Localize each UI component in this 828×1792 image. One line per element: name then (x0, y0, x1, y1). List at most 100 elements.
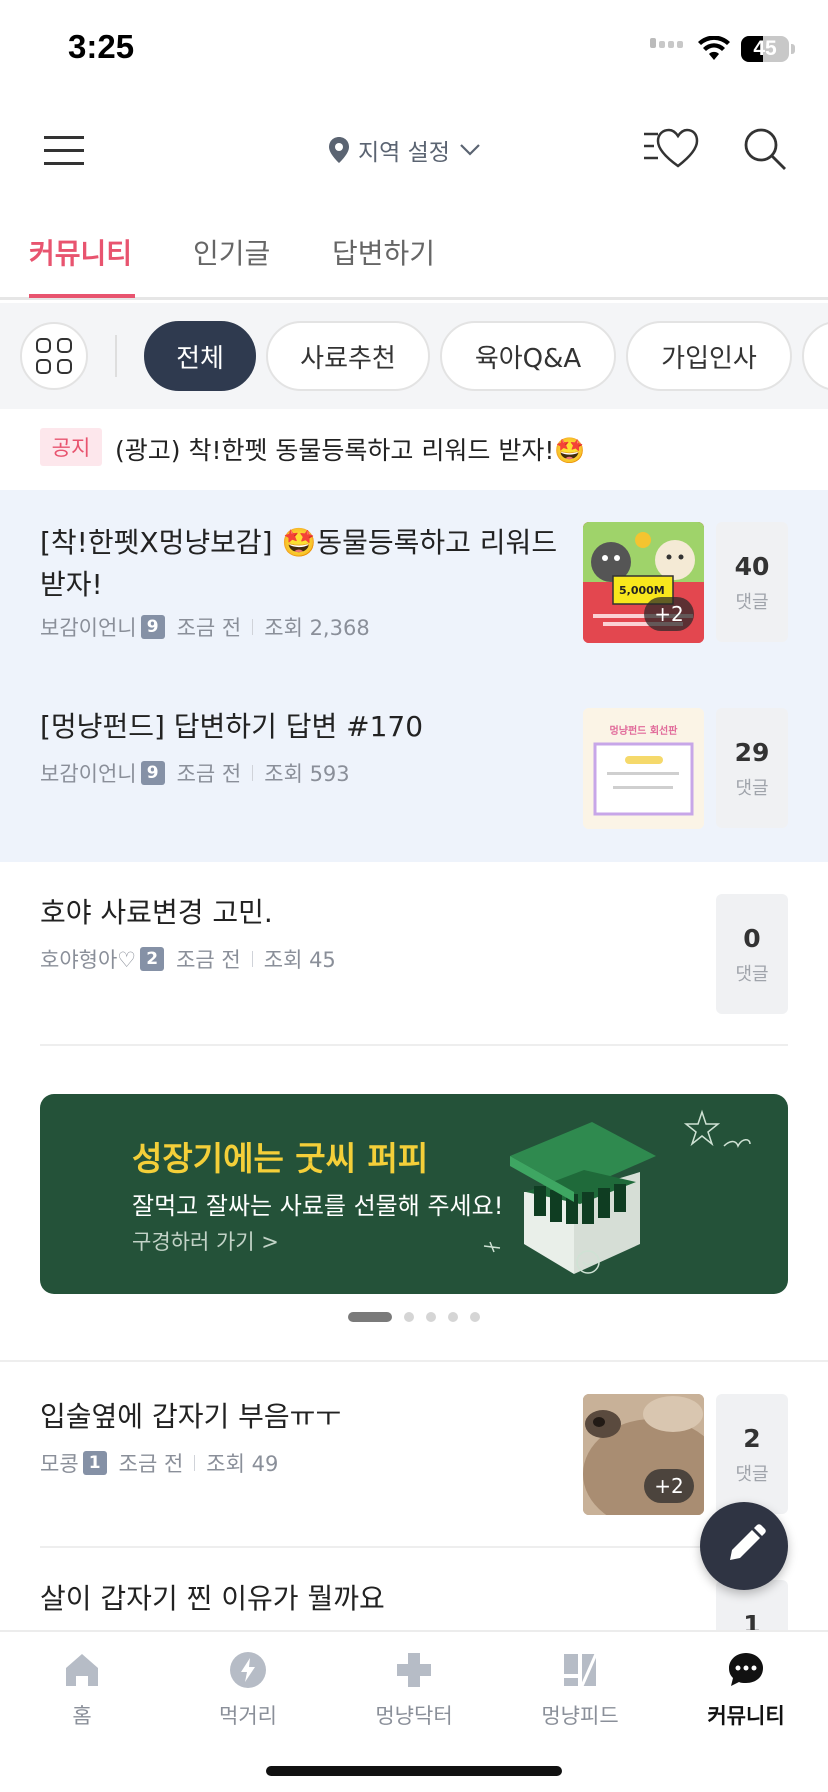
post-author: 보감이언니 (40, 762, 137, 786)
nav-food[interactable]: 먹거리 (178, 1650, 318, 1740)
nav-feed[interactable]: 멍냥피드 (510, 1650, 650, 1740)
post-meta: 보감이언니 9 조금 전 조회 593 (40, 758, 350, 788)
comment-count: 1 (743, 1610, 761, 1630)
fund-title: 멍냥펀드 회선판 (609, 726, 678, 737)
top-nav: 지역 설정 (0, 100, 828, 200)
post-title: 살이 갑자기 찐 이유가 뭘까요 (40, 1582, 385, 1615)
post-author: 모콩 (40, 1452, 79, 1476)
comment-count: 2 (743, 1424, 761, 1453)
post-meta: 호야형아♡ 2 조금 전 조회 45 (40, 944, 336, 974)
search-icon[interactable] (742, 126, 788, 172)
level-badge: 9 (140, 615, 165, 639)
post-title: [착!한펫X멍냥보감] 🤩동물등록하고 리워드 받자! (40, 526, 558, 601)
chip-parenting-qa[interactable]: 육아Q&A (440, 321, 616, 391)
comment-count-box: 0 댓글 (716, 894, 788, 1014)
post-views: 조회 2,368 (264, 616, 370, 640)
comment-count-box: 40 댓글 (716, 522, 788, 642)
post-time: 조금 전 (176, 948, 241, 972)
chip-all[interactable]: 전체 (144, 321, 256, 391)
battery-percent: 45 (753, 37, 777, 60)
post-views: 조회 45 (263, 948, 336, 972)
location-pin-icon (329, 137, 349, 163)
level-badge: 2 (140, 947, 165, 971)
level-badge: 1 (82, 1451, 107, 1475)
nav-community[interactable]: 커뮤니티 (676, 1650, 816, 1740)
post-meta: 보감이언니 9 조금 전 조회 2,368 (40, 612, 370, 642)
tab-popular[interactable]: 인기글 (193, 232, 270, 272)
nav-label: 먹거리 (219, 1704, 277, 1728)
comment-label: 댓글 (735, 778, 769, 799)
chip-food-recommend[interactable]: 사료추천 (266, 321, 430, 391)
status-time: 3:25 (68, 28, 135, 65)
battery-icon: 45 (741, 36, 789, 62)
chip-greeting[interactable]: 가입인사 (626, 321, 792, 391)
nav-label: 홈 (72, 1704, 92, 1728)
tab-answer[interactable]: 답변하기 (332, 232, 435, 272)
post-title: 호야 사료변경 고민. (40, 896, 273, 929)
gift-box-illustration (483, 1109, 751, 1274)
comment-count-box: 29 댓글 (716, 708, 788, 828)
comment-label: 댓글 (735, 1464, 769, 1485)
notice-text: (광고) 착!한펫 동물등록하고 리워드 받자!🤩 (115, 436, 586, 465)
comment-count-box: 2 댓글 (716, 1394, 788, 1514)
post-title: 입술옆에 갑자기 부음ㅠㅜ (40, 1400, 342, 1433)
carousel-dot (426, 1312, 436, 1322)
nav-label: 커뮤니티 (707, 1704, 785, 1728)
banner-subtitle: 잘먹고 잘싸는 사료를 선물해 주세요! (132, 1192, 504, 1220)
home-icon (66, 1654, 98, 1686)
more-images-badge: +2 (644, 1469, 694, 1503)
chat-bubble-icon (729, 1653, 763, 1686)
comment-label: 댓글 (735, 592, 769, 613)
nav-label: 멍냥피드 (541, 1704, 619, 1728)
post-item[interactable]: 호야 사료변경 고민. 호야형아♡ 2 조금 전 조회 45 0 댓글 (0, 862, 828, 1046)
write-post-button[interactable] (700, 1502, 788, 1590)
active-tab-indicator (29, 294, 135, 298)
region-label: 지역 설정 (358, 140, 450, 166)
post-views: 조회 593 (264, 762, 350, 786)
post-author: 보감이언니 (40, 616, 137, 640)
nav-home[interactable]: 홈 (12, 1650, 152, 1740)
main-tabs: 커뮤니티 인기글 답변하기 (0, 210, 828, 300)
chevron-down-icon (460, 144, 480, 156)
chip-divider (115, 335, 117, 377)
post-meta: 모콩 1 조금 전 조회 49 (40, 1448, 278, 1478)
post-views: 조회 49 (206, 1452, 279, 1476)
post-time: 조금 전 (176, 762, 242, 786)
wifi-icon (698, 36, 730, 60)
carousel-dot (470, 1312, 480, 1322)
notice-bar[interactable]: 공지 (광고) 착!한펫 동물등록하고 리워드 받자!🤩 (0, 410, 828, 490)
lightning-icon (230, 1652, 266, 1688)
banner-title: 성장기에는 굿씨 퍼피 (132, 1139, 429, 1178)
post-item[interactable]: [멍냥펀드] 답변하기 답변 #170 보감이언니 9 조금 전 조회 593 … (0, 676, 828, 862)
post-item[interactable]: [착!한펫X멍냥보감] 🤩동물등록하고 리워드 받자! 보감이언니 9 조금 전… (0, 490, 828, 676)
hamburger-menu-icon[interactable] (40, 132, 88, 168)
comment-label: 댓글 (735, 964, 769, 985)
post-time: 조금 전 (118, 1452, 184, 1476)
region-selector[interactable]: 지역 설정 (328, 130, 482, 170)
carousel-dot-active (348, 1312, 392, 1322)
comment-count: 29 (734, 738, 770, 767)
post-thumbnail: +2 (583, 1394, 704, 1515)
notice-badge: 공지 (40, 428, 102, 466)
grid-icon (36, 338, 51, 353)
post-author: 호야형아♡ (40, 948, 137, 972)
list-divider (40, 1044, 788, 1046)
nav-label: 멍냥닥터 (375, 1704, 453, 1728)
battery-tip (791, 44, 795, 54)
comment-count: 40 (734, 552, 770, 581)
post-time: 조금 전 (176, 616, 242, 640)
nav-doctor[interactable]: 멍냥닥터 (344, 1650, 484, 1740)
pencil-icon (730, 1524, 766, 1560)
promo-banner[interactable]: 성장기에는 굿씨 퍼피 잘먹고 잘싸는 사료를 선물해 주세요! 구경하러 가기… (40, 1094, 788, 1294)
category-grid-button[interactable] (20, 322, 88, 390)
chip-more[interactable] (802, 321, 828, 391)
carousel-indicator (348, 1310, 488, 1322)
banner-link[interactable]: 구경하러 가기 > (132, 1226, 279, 1256)
carousel-dot (448, 1312, 458, 1322)
tab-community[interactable]: 커뮤니티 (29, 232, 132, 272)
category-chip-row: 전체 사료추천 육아Q&A 가입인사 (0, 303, 828, 409)
post-thumbnail: 멍냥펀드 회선판 (583, 708, 704, 829)
wishlist-heart-icon[interactable] (640, 126, 700, 172)
post-thumbnail: 5,000M +2 (583, 522, 704, 643)
comment-count: 0 (743, 924, 761, 953)
